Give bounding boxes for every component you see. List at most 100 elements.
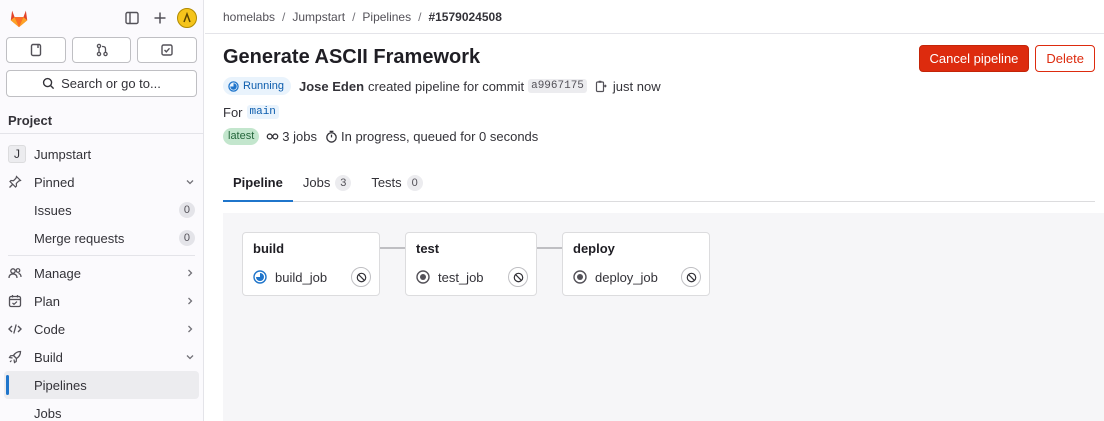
sidebar-item-label: Build: [34, 349, 63, 365]
sidebar-item-manage[interactable]: Manage: [0, 259, 203, 287]
sidebar-item-label: Issues: [34, 202, 72, 218]
timer-icon: [325, 130, 338, 143]
search-icon: [43, 77, 55, 90]
stage-connector: [537, 247, 562, 249]
sidebar: Search or go to... Project J Jumpstart P…: [0, 0, 204, 421]
code-icon: [8, 322, 26, 336]
job-name: deploy_job: [595, 269, 658, 285]
job-name: test_job: [438, 269, 484, 285]
delete-button[interactable]: Delete: [1035, 45, 1095, 72]
breadcrumb-current[interactable]: #1579024508: [428, 10, 501, 24]
sidebar-item-pinned[interactable]: Pinned: [0, 168, 203, 196]
pipeline-graph: build build_job test test_job deploy dep…: [223, 213, 1104, 421]
commit-sha[interactable]: a9967175: [528, 79, 587, 93]
tab-label: Pipeline: [233, 175, 283, 190]
todo-list-button[interactable]: [137, 37, 198, 63]
job-test[interactable]: test_job: [416, 267, 528, 287]
progress-text: In progress, queued for 0 seconds: [341, 128, 539, 144]
running-status-icon: [228, 80, 239, 92]
stage-build: build build_job: [242, 232, 380, 296]
sidebar-item-code[interactable]: Code: [0, 315, 203, 343]
sidebar-item-label: Merge requests: [34, 230, 125, 246]
breadcrumb-separator: /: [418, 9, 422, 24]
sidebar-header: [0, 0, 203, 36]
user-avatar[interactable]: [177, 8, 197, 28]
breadcrumb-separator: /: [282, 9, 286, 24]
tab-label: Jobs: [302, 175, 331, 190]
tab-jobs[interactable]: Jobs 3: [293, 164, 361, 201]
breadcrumb-item[interactable]: homelabs: [223, 10, 275, 24]
stage-title: deploy: [573, 241, 615, 256]
tab-tests[interactable]: Tests 0: [361, 164, 432, 201]
project-avatar: J: [8, 145, 26, 163]
pipeline-meta: Running Jose Eden created pipeline for c…: [223, 76, 1104, 96]
merge-requests-button[interactable]: [71, 37, 132, 63]
merge-request-icon: [96, 43, 108, 57]
cancel-job-icon[interactable]: [351, 267, 371, 287]
sidebar-item-merge-requests[interactable]: Merge requests 0: [0, 224, 203, 252]
issues-icon: [30, 43, 42, 57]
cancel-job-icon[interactable]: [508, 267, 528, 287]
sidebar-item-issues[interactable]: Issues 0: [0, 196, 203, 224]
tab-pipeline[interactable]: Pipeline: [223, 164, 293, 202]
sidebar-item-label: Plan: [34, 293, 61, 309]
users-icon: [8, 266, 26, 280]
search-button[interactable]: Search or go to...: [6, 70, 197, 97]
sidebar-item-build[interactable]: Build: [0, 343, 203, 371]
search-label: Search or go to...: [61, 76, 161, 91]
chevron-right-icon: [185, 268, 195, 278]
chevron-right-icon: [185, 324, 195, 334]
stage-connector: [380, 247, 405, 249]
tab-count-badge: 3: [335, 174, 352, 191]
sidebar-item-project[interactable]: J Jumpstart: [0, 140, 203, 168]
cancel-pipeline-button[interactable]: Cancel pipeline: [918, 45, 1030, 72]
stage-title: test: [416, 241, 440, 256]
calendar-icon: [8, 294, 26, 308]
main-content: homelabs / Jumpstart / Pipelines / #1579…: [205, 0, 1104, 421]
pipeline-tabs: Pipeline Jobs 3 Tests 0: [223, 164, 1095, 202]
sidebar-section-title: Project: [8, 113, 53, 128]
sidebar-toggle-icon[interactable]: [121, 7, 143, 29]
status-label: Running: [243, 80, 284, 92]
stage-deploy: deploy deploy_job: [562, 232, 710, 296]
jobs-count: 3 jobs: [282, 128, 317, 144]
created-text: created pipeline for commit: [368, 78, 525, 94]
sidebar-item-pipelines[interactable]: Pipelines: [4, 371, 199, 399]
pipeline-header: Generate ASCII Framework Cancel pipeline…: [205, 45, 1104, 202]
job-deploy[interactable]: deploy_job: [573, 267, 701, 287]
tab-label: Tests: [371, 175, 402, 190]
created-time: just now: [612, 78, 661, 94]
sidebar-item-plan[interactable]: Plan: [0, 287, 203, 315]
plus-icon[interactable]: [149, 7, 171, 29]
sidebar-item-jobs[interactable]: Jobs: [0, 399, 203, 421]
rocket-icon: [8, 350, 26, 364]
count-badge: 0: [178, 202, 195, 218]
thumbtack-icon: [8, 175, 26, 189]
job-build[interactable]: build_job: [253, 267, 371, 287]
job-name: build_job: [275, 269, 328, 285]
sidebar-item-label: Jobs: [34, 405, 62, 421]
tab-count-badge: 0: [406, 174, 423, 191]
breadcrumb-separator: /: [352, 9, 356, 24]
page-title: Generate ASCII Framework: [223, 46, 481, 68]
sidebar-item-label: Jumpstart: [34, 146, 92, 162]
sidebar-counters: [0, 37, 203, 63]
status-badge[interactable]: Running: [223, 77, 291, 95]
breadcrumb-item[interactable]: Pipelines: [362, 10, 411, 24]
running-status-icon: [253, 270, 267, 284]
sidebar-item-label: Manage: [34, 265, 81, 281]
branch-link[interactable]: main: [246, 105, 279, 119]
breadcrumb: homelabs / Jumpstart / Pipelines / #1579…: [205, 0, 1104, 34]
author-link[interactable]: Jose Eden: [299, 79, 364, 94]
breadcrumb-item[interactable]: Jumpstart: [292, 10, 345, 24]
pipeline-info: latest 3 jobs In progress, queued for 0 …: [223, 126, 1104, 146]
assigned-issues-button[interactable]: [6, 37, 66, 63]
copy-icon[interactable]: [595, 80, 607, 93]
sidebar-divider: [8, 255, 195, 256]
gitlab-logo-icon[interactable]: [8, 7, 30, 29]
created-status-icon: [573, 270, 587, 284]
ref-row: For main: [223, 102, 1104, 122]
cancel-job-icon[interactable]: [681, 267, 701, 287]
chevron-down-icon: [185, 177, 195, 187]
pipeline-icon: [266, 130, 279, 143]
